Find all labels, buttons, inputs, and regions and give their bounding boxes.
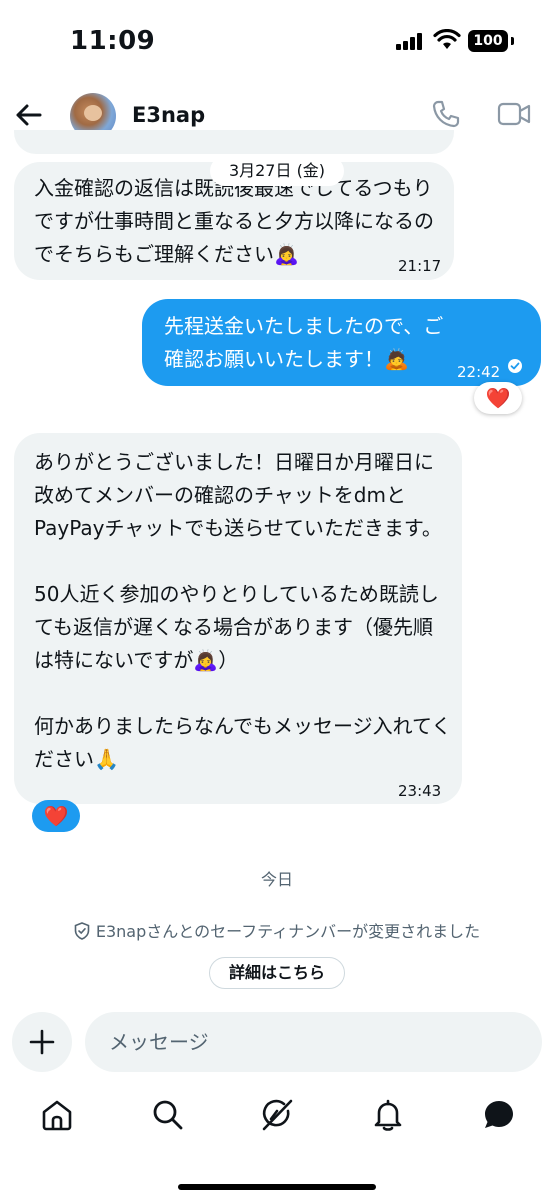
plus-icon: [29, 1029, 55, 1055]
battery-tip: [511, 37, 514, 45]
heart-icon: ❤️: [485, 386, 511, 410]
grok-icon[interactable]: [260, 1098, 294, 1132]
safety-number-notice: E3napさんとのセーフティナンバーが変更されました: [0, 918, 554, 942]
search-icon[interactable]: [151, 1098, 185, 1132]
contact-name[interactable]: E3nap: [132, 103, 205, 127]
status-time: 11:09: [70, 26, 156, 56]
messages-icon[interactable]: [482, 1098, 516, 1132]
message-timestamp: 21:17: [398, 257, 442, 275]
previous-message-bubble: [14, 130, 454, 154]
battery-indicator: 100: [468, 30, 508, 52]
outgoing-message[interactable]: 先程送金いたしましたので、ご確認お願いいたします！🙇 22:42: [142, 299, 541, 386]
message-input[interactable]: [85, 1012, 542, 1072]
status-bar: 11:09 100: [0, 0, 554, 84]
date-separator: 3月27日 (金): [210, 156, 344, 186]
cellular-signal-icon: [396, 32, 428, 50]
safety-notice-text: E3napさんとのセーフティナンバーが変更されました: [95, 922, 481, 941]
home-icon[interactable]: [40, 1098, 74, 1132]
bottom-navigation: [0, 1088, 554, 1148]
message-text: 入金確認の返信は既読後最速でしてるつもりですが仕事時間と重なると夕方以降になるの…: [34, 176, 434, 266]
back-arrow-icon[interactable]: [12, 98, 46, 132]
heart-icon: ❤️: [43, 804, 69, 828]
video-call-icon[interactable]: [497, 100, 531, 128]
today-separator: 今日: [260, 870, 293, 889]
shield-icon: [74, 922, 90, 940]
notifications-icon[interactable]: [371, 1098, 405, 1132]
heart-reaction[interactable]: ❤️: [474, 382, 522, 414]
wifi-icon: [433, 29, 461, 49]
read-receipt-icon: [508, 359, 522, 373]
home-indicator: [178, 1184, 376, 1190]
phone-call-icon[interactable]: [430, 98, 462, 130]
message-timestamp: 23:43: [398, 782, 442, 800]
add-attachment-button[interactable]: [12, 1012, 72, 1072]
details-button[interactable]: 詳細はこちら: [209, 957, 345, 989]
message-text: 先程送金いたしましたので、ご確認お願いいたします！🙇: [164, 314, 444, 371]
message-text: ありがとうございました！日曜日か月曜日に改めてメンバーの確認のチャットをdmとP…: [34, 450, 452, 771]
incoming-message[interactable]: ありがとうございました！日曜日か月曜日に改めてメンバーの確認のチャットをdmとP…: [14, 433, 462, 804]
heart-reaction[interactable]: ❤️: [32, 800, 80, 832]
